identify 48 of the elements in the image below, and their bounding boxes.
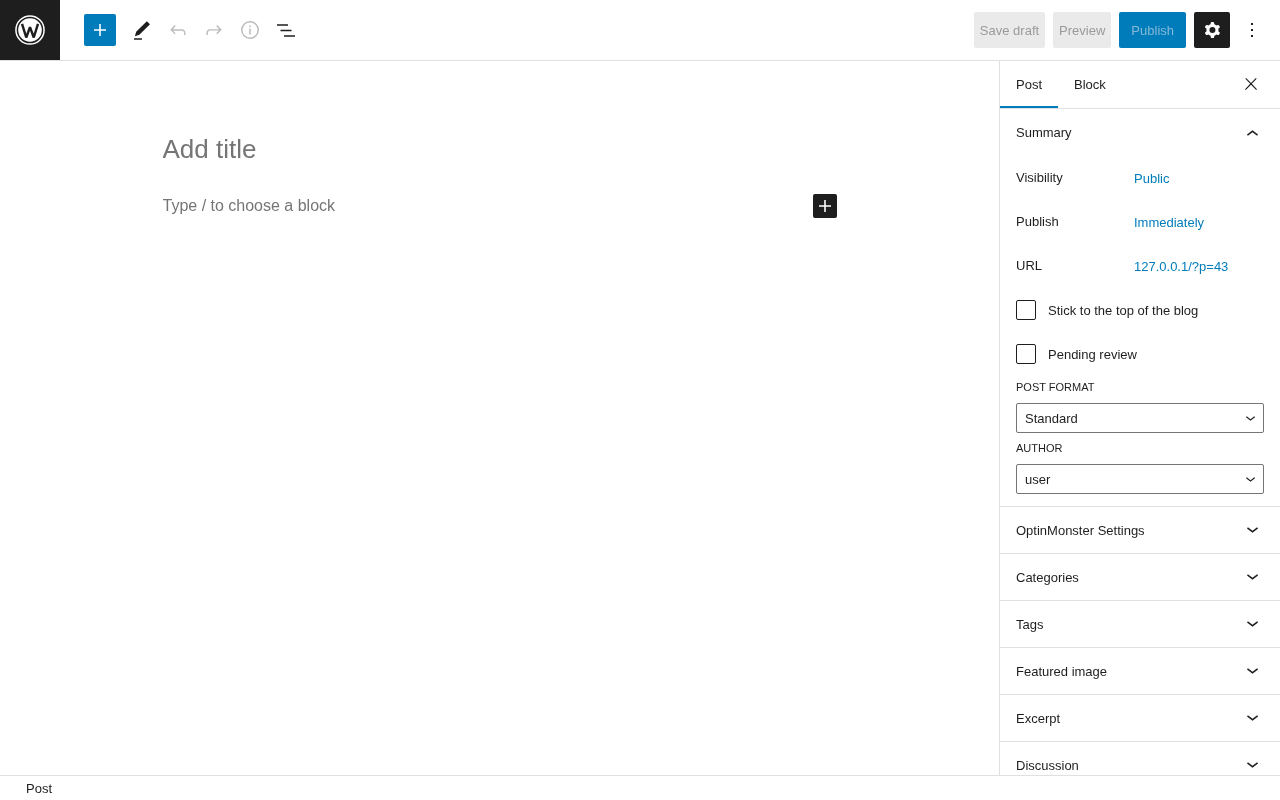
- sidebar-tab[interactable]: Post: [1000, 61, 1058, 108]
- setting-value-link[interactable]: Public: [1134, 170, 1170, 186]
- chevron-down-icon: [1247, 762, 1258, 768]
- undo-icon: [170, 25, 186, 35]
- breadcrumb-button[interactable]: Post: [18, 778, 60, 798]
- panel-toggle[interactable]: Tags: [1000, 601, 1280, 647]
- plus-icon: [94, 24, 106, 36]
- panel-toggle[interactable]: OptinMonster Settings: [1000, 507, 1280, 553]
- chevron-down-icon: [1247, 574, 1258, 580]
- panel-toggle[interactable]: Summary: [1000, 109, 1280, 156]
- sidebar-tab[interactable]: Block: [1058, 61, 1122, 108]
- field-label: AUTHOR: [1016, 441, 1064, 456]
- redo-icon: [206, 25, 222, 35]
- settings-icon: [1204, 22, 1220, 38]
- paragraph-field[interactable]: Type / to choose a block: [162, 192, 805, 220]
- panel-toggle[interactable]: Categories: [1000, 554, 1280, 600]
- close-icon: [1245, 78, 1257, 90]
- checkbox-label[interactable]: Stick to the top of the blog: [1048, 302, 1199, 318]
- chevron-down-icon: [1246, 415, 1255, 421]
- logo-icon: [15, 15, 45, 45]
- title-field[interactable]: Add title: [162, 131, 837, 167]
- chevron-up-icon: [1247, 129, 1258, 136]
- setting-value-link[interactable]: Immediately: [1134, 214, 1205, 230]
- setting-label: Publish: [1016, 213, 1060, 229]
- chevron-down-icon: [1247, 715, 1258, 721]
- plus-icon: [818, 200, 831, 212]
- checkbox[interactable]: [1016, 344, 1036, 364]
- chevron-down-icon: [1247, 668, 1258, 674]
- select-field[interactable]: user: [1016, 464, 1264, 494]
- checkbox[interactable]: [1016, 300, 1036, 320]
- panel-toggle[interactable]: Discussion: [1000, 742, 1280, 775]
- setting-label: URL: [1016, 257, 1043, 273]
- list-view-icon: [277, 23, 295, 37]
- panel-toggle[interactable]: Excerpt: [1000, 695, 1280, 741]
- add-block-button[interactable]: [812, 194, 837, 218]
- info-icon: [241, 21, 259, 39]
- pen-icon: [134, 20, 150, 40]
- panel-toggle[interactable]: Featured image: [1000, 648, 1280, 694]
- settings-button[interactable]: [1194, 12, 1230, 48]
- chevron-down-icon: [1246, 476, 1255, 482]
- field-label: POST FORMAT: [1016, 380, 1096, 395]
- setting-label: Visibility: [1016, 169, 1064, 185]
- checkbox-label[interactable]: Pending review: [1048, 346, 1137, 362]
- site-logo-button[interactable]: [0, 0, 60, 60]
- chevron-down-icon: [1247, 527, 1258, 533]
- select-field[interactable]: Standard: [1016, 403, 1264, 433]
- chevron-down-icon: [1247, 621, 1258, 627]
- setting-value-link[interactable]: 127.0.0.1/?p=43: [1134, 258, 1229, 274]
